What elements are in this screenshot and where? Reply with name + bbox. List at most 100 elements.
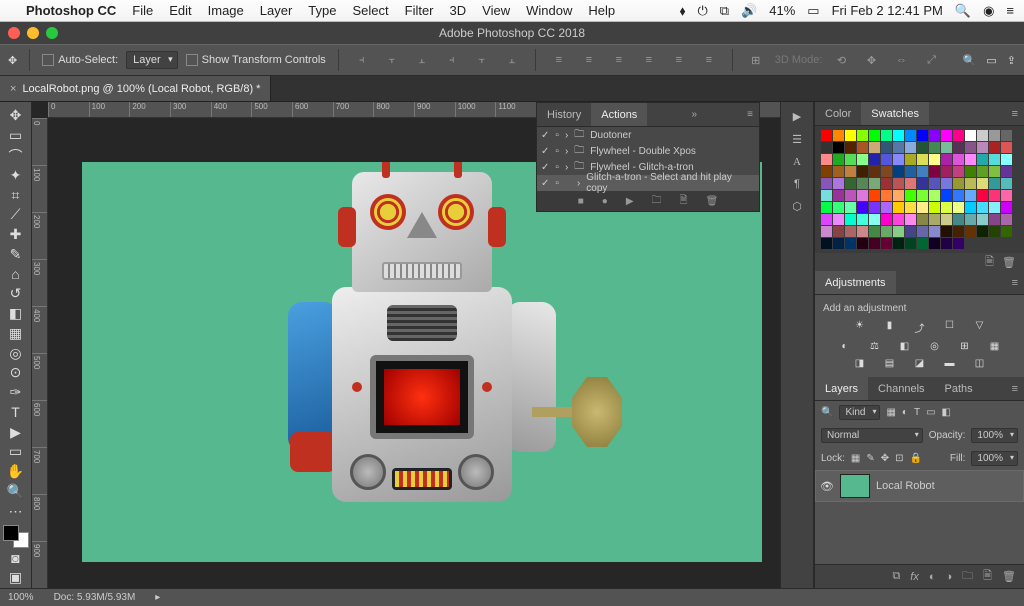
swatch[interactable] <box>893 238 904 249</box>
transform-controls-checkbox[interactable]: Show Transform Controls <box>186 54 326 66</box>
levels-icon[interactable]: ▮ <box>881 320 899 335</box>
swatch[interactable] <box>881 202 892 213</box>
swatch[interactable] <box>869 238 880 249</box>
swatch[interactable] <box>881 190 892 201</box>
swatch[interactable] <box>965 178 976 189</box>
swatch[interactable] <box>881 154 892 165</box>
stop-icon[interactable]: ■ <box>578 196 584 207</box>
visibility-icon[interactable]: 👁 <box>820 480 834 493</box>
distribute-vcenter-icon[interactable]: ≡ <box>578 49 600 71</box>
swatch[interactable] <box>869 142 880 153</box>
layers-tab[interactable]: Layers <box>815 377 868 400</box>
swatch[interactable] <box>821 214 832 225</box>
zoom-window-button[interactable] <box>46 27 58 39</box>
path-select-tool[interactable]: ▶ <box>3 422 29 442</box>
distribute-left-icon[interactable]: ≡ <box>638 49 660 71</box>
menu-type[interactable]: Type <box>308 3 336 18</box>
swatch[interactable] <box>893 166 904 177</box>
swatch[interactable] <box>989 154 1000 165</box>
colorbalance-icon[interactable]: ⚖ <box>866 341 884 352</box>
swatch[interactable] <box>953 166 964 177</box>
swatch[interactable] <box>1001 178 1012 189</box>
layer-name[interactable]: Local Robot <box>876 480 935 492</box>
swatch[interactable] <box>965 130 976 141</box>
swatch[interactable] <box>833 154 844 165</box>
photofilter-icon[interactable]: ◎ <box>926 341 944 352</box>
swatch[interactable] <box>929 214 940 225</box>
swatch[interactable] <box>953 130 964 141</box>
swatch[interactable] <box>977 154 988 165</box>
blend-mode-dropdown[interactable]: Normal <box>821 428 923 443</box>
zoom-field[interactable]: 100% <box>8 592 34 603</box>
swatch[interactable] <box>953 214 964 225</box>
swatch[interactable] <box>905 166 916 177</box>
delete-swatch-icon[interactable]: 🗑 <box>1002 256 1016 269</box>
share-icon[interactable]: ⇪ <box>1007 54 1016 67</box>
swatch[interactable] <box>821 190 832 201</box>
swatch[interactable] <box>833 214 844 225</box>
swatch[interactable] <box>881 166 892 177</box>
menu-3d[interactable]: 3D <box>450 3 467 18</box>
swatch[interactable] <box>869 226 880 237</box>
panel-menu-icon[interactable]: ≡ <box>1006 277 1024 289</box>
swatch[interactable] <box>977 226 988 237</box>
swatch[interactable] <box>953 190 964 201</box>
menu-window[interactable]: Window <box>526 3 572 18</box>
blur-tool[interactable]: ◎ <box>3 343 29 363</box>
battery-label[interactable]: 41% <box>769 3 795 18</box>
swatch[interactable] <box>869 154 880 165</box>
swatch[interactable] <box>845 130 856 141</box>
swatch[interactable] <box>917 130 928 141</box>
swatch[interactable] <box>941 226 952 237</box>
swatch[interactable] <box>977 214 988 225</box>
swatch[interactable] <box>845 214 856 225</box>
eyedropper-tool[interactable]: ⟋ <box>3 205 29 225</box>
layer-mask-icon[interactable]: ◐ <box>929 571 936 583</box>
foreground-background-colors[interactable] <box>3 525 29 548</box>
swatch[interactable] <box>881 238 892 249</box>
check-icon[interactable]: ✓ <box>541 162 549 173</box>
swatch[interactable] <box>857 154 868 165</box>
swatch[interactable] <box>893 226 904 237</box>
swatch[interactable] <box>857 178 868 189</box>
filter-adjust-icon[interactable]: ◐ <box>902 407 908 418</box>
trash-icon[interactable]: 🗑 <box>706 196 719 207</box>
filter-kind-dropdown[interactable]: Kind <box>839 405 880 420</box>
swatch[interactable] <box>857 166 868 177</box>
dialog-icon[interactable]: ▫ <box>555 178 559 189</box>
channelmixer-icon[interactable]: ⊞ <box>956 341 974 352</box>
pen-tool[interactable]: ✑ <box>3 383 29 403</box>
swatch[interactable] <box>845 166 856 177</box>
brushes-dock-icon[interactable]: ☰ <box>792 133 802 146</box>
new-action-icon[interactable]: 🗎 <box>680 193 688 210</box>
layer-fx-icon[interactable]: fx <box>910 571 919 583</box>
paths-tab[interactable]: Paths <box>935 377 983 400</box>
menu-image[interactable]: Image <box>208 3 244 18</box>
actions-panel[interactable]: History Actions » ≡ ✓▫›🗀Duotoner✓▫›🗀Flyw… <box>536 102 760 212</box>
swatch[interactable] <box>953 202 964 213</box>
power-icon[interactable]: ⏻ <box>697 3 707 19</box>
crop-tool[interactable]: ⌗ <box>3 185 29 205</box>
invert-icon[interactable]: ◨ <box>851 358 869 369</box>
hand-tool[interactable]: ✋ <box>3 462 29 482</box>
menu-layer[interactable]: Layer <box>260 3 293 18</box>
swatch[interactable] <box>953 238 964 249</box>
swatch[interactable] <box>821 142 832 153</box>
menu-view[interactable]: View <box>482 3 510 18</box>
adjustments-tab[interactable]: Adjustments <box>815 271 896 294</box>
swatch[interactable] <box>941 178 952 189</box>
swatch[interactable] <box>1001 190 1012 201</box>
swatch[interactable] <box>989 166 1000 177</box>
swatch[interactable] <box>869 202 880 213</box>
swatch[interactable] <box>845 178 856 189</box>
align-bottom-icon[interactable]: ⫠ <box>501 49 523 71</box>
marquee-tool[interactable]: ▭ <box>3 126 29 146</box>
gradient-tool[interactable]: ▦ <box>3 324 29 344</box>
panel-menu-icon[interactable]: ≡ <box>1006 108 1024 120</box>
swatch[interactable] <box>977 190 988 201</box>
swatch[interactable] <box>845 238 856 249</box>
lock-artboard-icon[interactable]: ⊡ <box>895 453 903 464</box>
history-brush-tool[interactable]: ↺ <box>3 284 29 304</box>
screenmode-tool[interactable]: ▣ <box>3 568 29 588</box>
distribute-hcenter-icon[interactable]: ≡ <box>668 49 690 71</box>
